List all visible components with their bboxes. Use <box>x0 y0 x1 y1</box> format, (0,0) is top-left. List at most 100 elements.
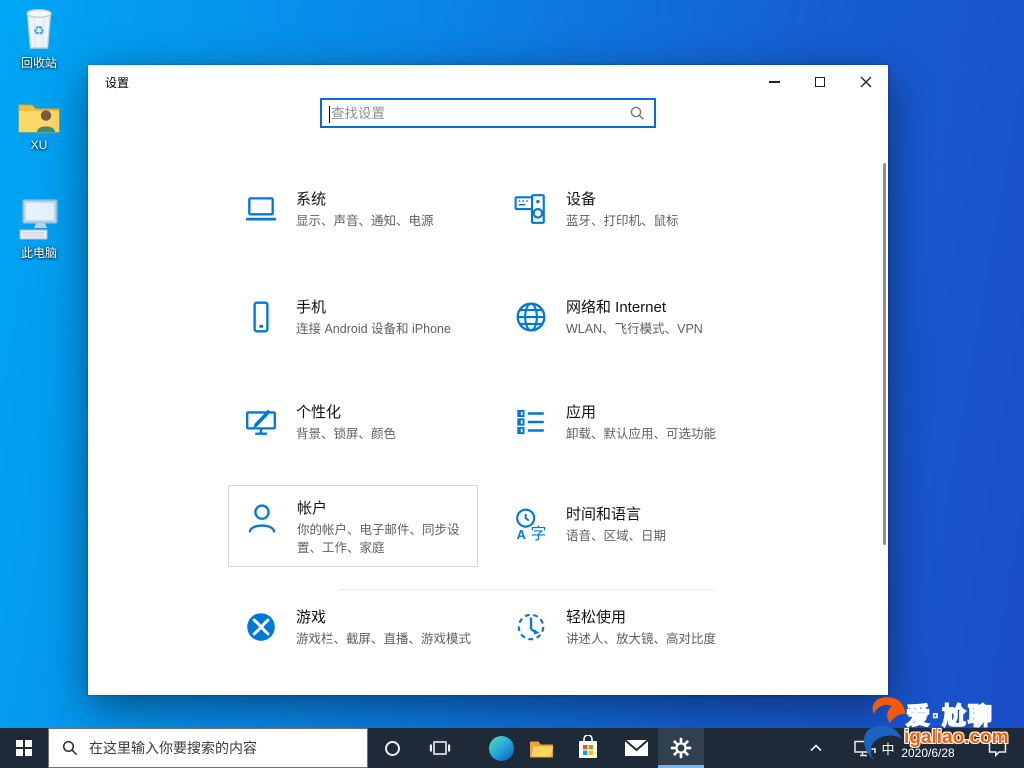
tile-title: 设备 <box>566 191 597 208</box>
action-center-icon <box>988 740 1006 757</box>
settings-taskbar-button[interactable] <box>658 728 704 768</box>
section-divider <box>340 589 714 590</box>
tile-apps[interactable]: 应用 卸载、默认应用、可选功能 <box>498 391 748 455</box>
svg-text:A: A <box>517 527 526 541</box>
ime-indicator[interactable]: 中 <box>878 728 898 768</box>
settings-search-input[interactable] <box>322 105 629 121</box>
tile-text: 网络和 Internet WLAN、飞行模式、VPN <box>566 298 703 338</box>
tray-clock[interactable]: 2020/6/28 <box>896 728 960 768</box>
chevron-up-icon <box>810 744 822 752</box>
taskbar-search-box <box>48 728 368 768</box>
taskbar-search-input[interactable] <box>89 740 349 756</box>
tile-title: 帐户 <box>297 500 328 517</box>
tile-subtitle: 讲述人、放大镜、高对比度 <box>566 632 717 646</box>
cortana-icon <box>384 740 400 756</box>
this-pc-icon <box>19 199 58 240</box>
tile-title: 网络和 Internet <box>566 299 667 316</box>
time-language-icon: A 字 <box>516 508 546 541</box>
windows-logo-icon <box>16 740 32 756</box>
user-folder-icon <box>18 104 60 133</box>
network-pc-icon <box>854 740 876 756</box>
tile-subtitle: 你的帐户、电子邮件、同步设置、工作、家庭 <box>297 523 460 555</box>
account-icon <box>248 504 276 533</box>
cortana-button[interactable] <box>372 728 412 768</box>
desktop-icon-user-folder[interactable]: XU <box>6 98 72 152</box>
desktop-icon-label: XU <box>30 138 48 152</box>
tile-text: 系统 显示、声音、通知、电源 <box>296 190 434 230</box>
tile-subtitle: 显示、声音、通知、电源 <box>296 214 434 228</box>
tile-devices[interactable]: 设备 蓝牙、打印机、鼠标 <box>498 178 748 242</box>
watermark-title: 爱·尬聊 <box>905 702 994 731</box>
taskbar: 中 2020/6/28 <box>0 728 1024 768</box>
tray-network-button[interactable] <box>848 728 882 768</box>
desktop-icon-this-pc[interactable]: 此电脑 <box>6 198 72 261</box>
tile-title: 轻松使用 <box>566 609 627 626</box>
minimize-icon <box>768 81 780 83</box>
tile-network[interactable]: 网络和 Internet WLAN、飞行模式、VPN <box>498 286 748 350</box>
desktop-icon-label: 回收站 <box>20 56 57 70</box>
mail-icon <box>623 739 649 756</box>
tile-text: 应用 卸载、默认应用、可选功能 <box>566 403 716 443</box>
edge-icon <box>488 735 514 761</box>
tile-title: 游戏 <box>296 609 327 626</box>
devices-icon <box>514 194 545 224</box>
task-view-button[interactable] <box>420 728 460 768</box>
xbox-icon <box>247 613 275 641</box>
tile-title: 手机 <box>296 299 327 316</box>
tile-subtitle: 游戏栏、截屏、直播、游戏模式 <box>296 632 472 646</box>
tile-gaming[interactable]: 游戏 游戏栏、截屏、直播、游戏模式 <box>228 596 478 660</box>
tile-text: 个性化 背景、锁屏、颜色 <box>296 403 396 443</box>
ease-of-access-icon <box>517 613 545 641</box>
globe-icon <box>516 302 546 332</box>
tile-subtitle: 连接 Android 设备和 iPhone <box>296 322 451 336</box>
tile-subtitle: 背景、锁屏、颜色 <box>296 427 397 441</box>
tile-phone[interactable]: 手机 连接 Android 设备和 iPhone <box>228 286 478 350</box>
action-center-button[interactable] <box>978 728 1016 768</box>
personalization-icon <box>246 409 276 435</box>
microsoft-store-icon <box>579 735 597 758</box>
desktop-icon-recycle-bin[interactable]: ♻ 回收站 <box>6 4 72 71</box>
tile-title: 应用 <box>566 404 597 421</box>
tile-personalization[interactable]: 个性化 背景、锁屏、颜色 <box>228 391 478 455</box>
maximize-icon <box>815 77 825 87</box>
tile-text: 游戏 游戏栏、截屏、直播、游戏模式 <box>296 608 471 648</box>
settings-search-box <box>320 98 656 128</box>
tile-system[interactable]: 系统 显示、声音、通知、电源 <box>228 178 478 242</box>
close-button[interactable] <box>845 67 887 97</box>
settings-window: 设置 系统 显示、 <box>88 65 888 695</box>
tile-text: 帐户 你的帐户、电子邮件、同步设置、工作、家庭 <box>297 499 477 555</box>
text-caret <box>329 106 330 123</box>
phone-icon <box>253 301 269 333</box>
close-icon <box>860 76 872 88</box>
tile-time-language[interactable]: A 字 时间和语言 语音、区域、日期 <box>498 493 748 557</box>
task-view-icon <box>429 740 451 755</box>
tile-title: 时间和语言 <box>566 506 642 523</box>
tile-text: 轻松使用 讲述人、放大镜、高对比度 <box>566 608 716 648</box>
tile-text: 设备 蓝牙、打印机、鼠标 <box>566 190 679 230</box>
maximize-button[interactable] <box>799 67 841 97</box>
tile-subtitle: 卸载、默认应用、可选功能 <box>566 427 717 441</box>
tile-ease-of-access[interactable]: 轻松使用 讲述人、放大镜、高对比度 <box>498 596 748 660</box>
svg-text:字: 字 <box>530 525 546 541</box>
tile-title: 个性化 <box>296 404 342 421</box>
file-explorer-button[interactable] <box>521 728 561 768</box>
edge-browser-button[interactable] <box>481 728 521 768</box>
minimize-button[interactable] <box>753 67 795 97</box>
start-button[interactable] <box>0 728 48 768</box>
tile-text: 手机 连接 Android 设备和 iPhone <box>296 298 451 338</box>
svg-text:♻: ♻ <box>33 23 45 38</box>
window-scrollbar[interactable] <box>883 163 886 545</box>
recycle-bin-icon: ♻ <box>26 8 52 49</box>
tile-text: 时间和语言 语音、区域、日期 <box>566 505 666 545</box>
mail-button[interactable] <box>615 728 657 768</box>
laptop-icon <box>246 197 276 221</box>
tile-subtitle: WLAN、飞行模式、VPN <box>566 322 703 336</box>
file-explorer-icon <box>529 741 553 758</box>
tile-title: 系统 <box>296 191 327 208</box>
search-icon <box>62 740 78 756</box>
apps-icon <box>517 409 544 435</box>
tile-accounts[interactable]: 帐户 你的帐户、电子邮件、同步设置、工作、家庭 <box>228 485 478 567</box>
microsoft-store-button[interactable] <box>567 728 609 768</box>
tray-expand-button[interactable] <box>800 728 832 768</box>
window-title: 设置 <box>105 76 130 90</box>
